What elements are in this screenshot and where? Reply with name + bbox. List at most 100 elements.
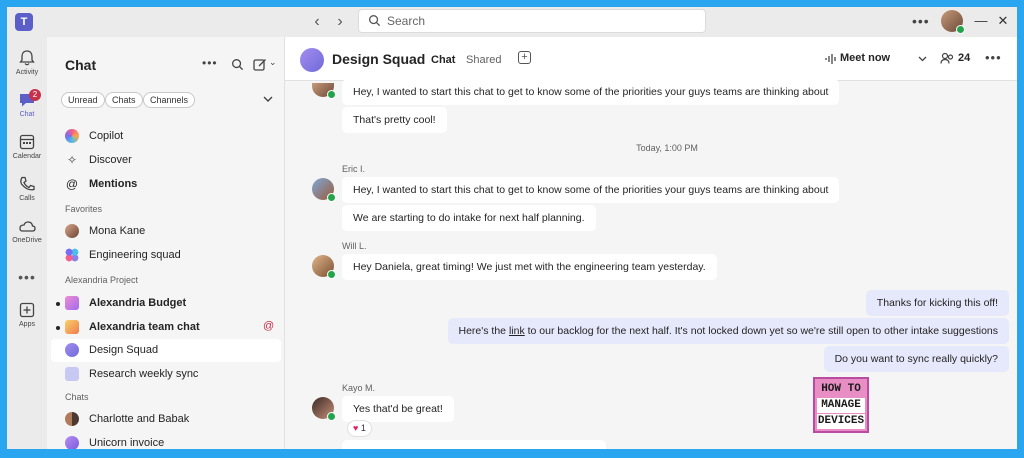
phone-icon <box>20 176 35 191</box>
filter-channels[interactable]: Channels <box>143 92 196 108</box>
presence-available-icon <box>327 193 336 202</box>
list-item-label: Unicorn invoice <box>89 437 165 449</box>
heart-icon: ♥ <box>353 423 359 433</box>
group-icon <box>65 248 79 262</box>
list-item-label: Copilot <box>89 130 124 142</box>
chat-more-icon[interactable]: ••• <box>202 56 218 70</box>
list-item-label: Mona Kane <box>89 225 146 237</box>
cloud-icon <box>19 221 36 232</box>
list-item-label: Research weekly sync <box>89 368 199 380</box>
sender-name: Eric I. <box>342 164 366 174</box>
list-item-label: Engineering squad <box>89 249 181 261</box>
filter-collapse-chevron-icon[interactable] <box>263 96 273 103</box>
list-item-label: Charlotte and Babak <box>89 413 190 425</box>
calendar-icon <box>19 134 35 150</box>
filter-chats[interactable]: Chats <box>105 92 143 108</box>
people-icon[interactable] <box>940 52 954 65</box>
search-icon <box>369 15 381 27</box>
minimize-button[interactable]: — <box>973 13 989 28</box>
section-favorites: Favorites <box>65 204 103 214</box>
group-avatar <box>300 48 324 72</box>
user-avatar[interactable] <box>941 10 965 34</box>
meet-chevron-icon[interactable] <box>918 56 927 62</box>
message-bubble: That's pretty cool! <box>342 107 447 133</box>
list-item-discover[interactable]: ✧ Discover <box>51 149 281 172</box>
partial-message-bubble <box>342 440 606 449</box>
teams-logo-icon: T <box>15 13 33 31</box>
filter-unread[interactable]: Unread <box>61 92 105 108</box>
chat-list-title: Chat <box>65 57 97 73</box>
unread-dot <box>56 302 60 306</box>
how-to-manage-devices-logo: HOW TO MANAGE DEVICES <box>813 377 869 433</box>
rail-activity[interactable]: Activity <box>7 49 47 76</box>
list-item-engineering-squad[interactable]: Engineering squad <box>51 244 281 267</box>
sender-name: Will L. <box>342 241 367 251</box>
list-item-charlotte-and-babak[interactable]: Charlotte and Babak <box>51 408 281 431</box>
group-avatar-icon <box>65 343 79 357</box>
more-options-icon[interactable]: ••• <box>912 13 930 29</box>
section-alexandria-project: Alexandria Project <box>65 275 139 285</box>
heart-reaction[interactable]: ♥ 1 <box>347 420 372 437</box>
add-tab-icon[interactable]: + <box>518 51 531 64</box>
chat-search-icon[interactable] <box>231 58 244 71</box>
rail-calendar[interactable]: Calendar <box>7 133 47 160</box>
avatar <box>312 255 336 279</box>
list-item-research-weekly-sync[interactable]: Research weekly sync <box>51 363 281 386</box>
message-bubble: Hey, I wanted to start this chat to get … <box>342 177 840 203</box>
message-bubble: Hey, I wanted to start this chat to get … <box>342 79 840 105</box>
list-item-unicorn-invoice[interactable]: Unicorn invoice <box>51 432 281 449</box>
avatar <box>312 83 336 99</box>
logo-line: MANAGE <box>817 398 865 413</box>
message-bubble: We are starting to do intake for next ha… <box>342 205 596 231</box>
tab-chat[interactable]: Chat <box>431 54 455 66</box>
rail-calls[interactable]: Calls <box>7 175 47 202</box>
header-more-icon[interactable]: ••• <box>985 50 1002 65</box>
list-item-alexandria-budget[interactable]: Alexandria Budget <box>51 292 281 315</box>
unread-badge: 2 <box>29 89 41 101</box>
rail-label: Apps <box>19 321 35 328</box>
at-mention-icon: @ <box>65 177 79 191</box>
own-message-bubble: Thanks for kicking this off! <box>865 290 1009 316</box>
sparkle-icon: ✧ <box>66 153 78 167</box>
search-box[interactable] <box>358 9 706 33</box>
list-item-label: Design Squad <box>89 344 159 356</box>
list-item-copilot[interactable]: Copilot <box>51 125 281 148</box>
list-item-design-squad[interactable]: Design Squad <box>51 339 281 362</box>
teams-window: T ‹ › ••• — ✕ Activity 2 Chat Calendar C… <box>7 7 1017 449</box>
list-item-label: Mentions <box>89 178 138 190</box>
logo-line: HOW TO <box>821 383 861 395</box>
list-item-label: Alexandria team chat <box>89 321 200 333</box>
new-chat-icon[interactable] <box>253 58 267 71</box>
rail-label: Calendar <box>12 153 42 160</box>
avatar <box>312 397 336 421</box>
presence-available-icon <box>327 90 336 99</box>
back-arrow-icon[interactable]: ‹ <box>307 12 327 32</box>
channel-icon <box>65 296 79 310</box>
own-message-bubble: Do you want to sync really quickly? <box>823 346 1009 372</box>
participant-count[interactable]: 24 <box>958 52 970 64</box>
meet-now-button[interactable]: Meet now <box>840 52 890 64</box>
list-item-alexandria-team-chat[interactable]: Alexandria team chat @ <box>51 316 281 339</box>
forward-arrow-icon[interactable]: › <box>330 12 350 32</box>
unread-dot <box>56 326 60 330</box>
list-item-mentions[interactable]: @ Mentions <box>51 173 281 196</box>
rail-chat[interactable]: 2 Chat <box>7 89 47 118</box>
sender-name: Kayo M. <box>342 383 376 393</box>
search-input[interactable] <box>387 13 687 29</box>
channel-icon <box>65 320 79 334</box>
rail-apps[interactable]: Apps <box>7 301 47 328</box>
tab-shared[interactable]: Shared <box>466 54 501 66</box>
message-bubble: Hey Daniela, great timing! We just met w… <box>342 254 717 280</box>
bell-icon <box>19 50 35 66</box>
list-item-mona-kane[interactable]: Mona Kane <box>51 220 281 243</box>
rail-onedrive[interactable]: OneDrive <box>7 217 47 244</box>
list-item-label: Alexandria Budget <box>89 297 187 309</box>
backlog-link[interactable]: link <box>509 325 525 337</box>
new-chat-chevron-icon[interactable]: ⌄ <box>269 57 277 68</box>
mention-icon: @ <box>263 320 275 332</box>
close-button[interactable]: ✕ <box>995 13 1011 29</box>
more-apps-icon[interactable]: ••• <box>7 269 47 285</box>
logo-line: DEVICES <box>817 414 865 429</box>
rail-label: OneDrive <box>12 237 42 244</box>
list-item-label: Discover <box>89 154 132 166</box>
